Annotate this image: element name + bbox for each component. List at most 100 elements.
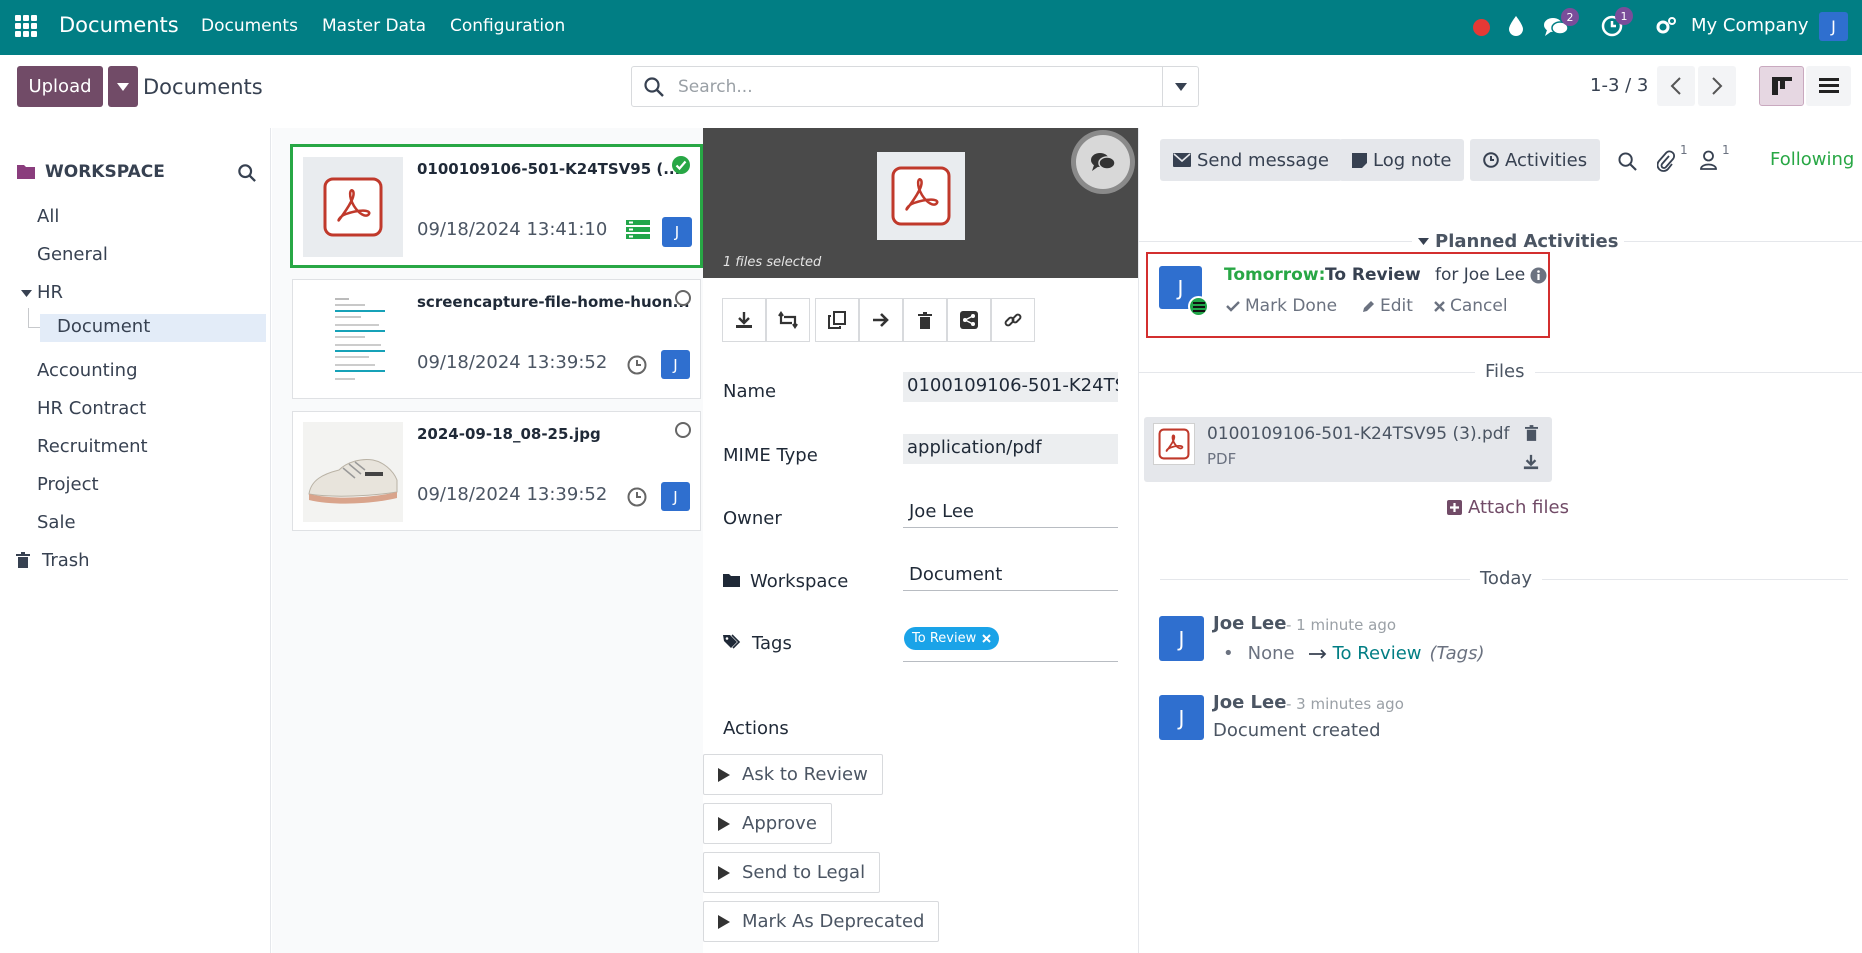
menu-documents[interactable]: Documents — [201, 16, 298, 36]
company-switcher[interactable]: My Company — [1691, 15, 1809, 36]
planned-activities-toggle[interactable]: Planned Activities — [1412, 231, 1625, 252]
sidebar-item-trash[interactable]: Trash — [42, 550, 90, 571]
sidebar-item-recruitment[interactable]: Recruitment — [37, 436, 148, 457]
document-card[interactable]: screencapture-file-home-huon... 09/18/20… — [292, 279, 701, 399]
duplicate-button[interactable] — [815, 298, 859, 342]
upload-button[interactable]: Upload — [17, 66, 103, 107]
chevron-left-icon — [1670, 77, 1681, 95]
download-button[interactable] — [722, 298, 766, 342]
owner-avatar[interactable]: J — [661, 482, 690, 511]
sidebar-item-project[interactable]: Project — [37, 474, 99, 495]
message-author-avatar[interactable]: J — [1159, 695, 1204, 740]
log-note-button[interactable]: Log note — [1339, 139, 1465, 181]
sidebar-item-document[interactable]: Document — [40, 314, 266, 342]
cancel-activity-button[interactable]: Cancel — [1434, 296, 1508, 316]
select-radio[interactable] — [675, 422, 691, 438]
kanban-view-button[interactable] — [1759, 66, 1804, 106]
message-author[interactable]: Joe Lee — [1213, 692, 1286, 713]
action-mark-as-deprecated[interactable]: Mark As Deprecated — [703, 901, 940, 942]
user-icon[interactable] — [1700, 150, 1717, 170]
apps-menu-icon[interactable] — [15, 15, 37, 37]
owner-avatar[interactable]: J — [661, 350, 690, 379]
attachment-type: PDF — [1207, 450, 1237, 468]
select-radio[interactable] — [675, 290, 691, 306]
chatter-toggle-button[interactable] — [1071, 130, 1135, 194]
send-message-button[interactable]: Send message — [1160, 139, 1342, 181]
search-input[interactable]: Search... — [678, 77, 1162, 97]
pager-value[interactable]: 1-3 / 3 — [1590, 75, 1648, 96]
download-icon[interactable] — [1523, 454, 1539, 470]
document-title: 2024-09-18_08-25.jpg — [417, 425, 601, 443]
name-field[interactable]: 0100109106-501-K24TSV95 (3).pdf — [903, 372, 1118, 402]
user-avatar[interactable]: J — [1819, 12, 1848, 41]
search-bar[interactable]: Search... — [631, 66, 1199, 107]
attachments-count: 1 — [1680, 143, 1688, 157]
app-brand[interactable]: Documents — [59, 13, 179, 37]
play-icon — [718, 816, 730, 831]
activities-button[interactable]: Activities — [1470, 139, 1601, 181]
owner-field[interactable]: Joe Lee — [903, 498, 1118, 528]
search-icon[interactable] — [1618, 152, 1637, 171]
trash-icon[interactable] — [1525, 425, 1538, 441]
sidebar-item-hr-contract[interactable]: HR Contract — [37, 398, 146, 419]
droplet-icon[interactable] — [1508, 15, 1524, 37]
sidebar-item-accounting[interactable]: Accounting — [37, 360, 138, 381]
list-icon — [1818, 78, 1839, 93]
pager-next-button[interactable] — [1698, 66, 1736, 106]
settings-gear-icon[interactable] — [1655, 16, 1677, 36]
tags-field[interactable]: To Review — [903, 625, 1118, 662]
replace-button[interactable] — [766, 298, 810, 342]
paperclip-icon[interactable] — [1657, 150, 1675, 172]
pager-previous-button[interactable] — [1657, 66, 1695, 106]
action-send-to-legal[interactable]: Send to Legal — [703, 852, 881, 893]
owner-avatar[interactable]: J — [662, 217, 692, 247]
share-button[interactable] — [947, 298, 991, 342]
sidebar-item-all[interactable]: All — [37, 206, 59, 227]
edit-activity-button[interactable]: Edit — [1362, 296, 1413, 316]
folder-icon — [17, 165, 35, 179]
document-card[interactable]: 2024-09-18_08-25.jpg 09/18/2024 13:39:52… — [292, 411, 701, 531]
pdf-preview-thumbnail[interactable] — [877, 152, 965, 240]
action-approve[interactable]: Approve — [703, 803, 832, 844]
following-button[interactable]: Following — [1770, 149, 1854, 170]
pencil-icon — [1363, 300, 1374, 312]
comments-icon — [1091, 153, 1116, 171]
messages-badge: 2 — [1561, 8, 1579, 26]
message-time: - 1 minute ago — [1286, 616, 1397, 634]
move-button[interactable] — [859, 298, 903, 342]
upload-dropdown-button[interactable] — [108, 66, 138, 107]
menu-master-data[interactable]: Master Data — [322, 16, 426, 36]
sidebar-item-general[interactable]: General — [37, 244, 108, 265]
document-card[interactable]: 0100109106-501-K24TSV95 (... 09/18/2024 … — [290, 144, 703, 268]
mark-done-button[interactable]: Mark Done — [1226, 296, 1337, 316]
activities-clock-icon[interactable]: 1 — [1601, 7, 1633, 37]
attachment-card[interactable]: 0100109106-501-K24TSV95 (3).pdf PDF — [1144, 417, 1552, 482]
info-icon[interactable] — [1530, 267, 1547, 284]
caret-down-icon — [21, 290, 32, 297]
workspace-field[interactable]: Document — [903, 561, 1118, 591]
messages-icon[interactable]: 2 — [1543, 8, 1579, 38]
sidebar-item-sale[interactable]: Sale — [37, 512, 76, 533]
message-author-avatar[interactable]: J — [1159, 616, 1204, 661]
sidebar-item-hr[interactable]: HR — [37, 282, 63, 303]
arrow-right-icon — [873, 313, 889, 327]
attach-files-button[interactable]: Attach files — [1447, 497, 1569, 518]
action-ask-to-review[interactable]: Ask to Review — [703, 754, 883, 795]
delete-button[interactable] — [903, 298, 947, 342]
copy-link-button[interactable] — [991, 298, 1035, 342]
search-options-toggle[interactable] — [1162, 67, 1198, 106]
activity-list-icon[interactable] — [626, 220, 650, 240]
close-icon[interactable] — [982, 634, 991, 643]
record-dot-icon[interactable] — [1473, 19, 1490, 36]
menu-configuration[interactable]: Configuration — [450, 16, 565, 36]
list-view-button[interactable] — [1806, 66, 1851, 106]
check-circle-icon[interactable] — [672, 156, 690, 174]
breadcrumb: Documents — [143, 75, 263, 99]
search-icon[interactable] — [238, 164, 256, 182]
note-icon — [1352, 152, 1367, 168]
play-icon — [718, 914, 730, 929]
clock-icon[interactable] — [627, 355, 647, 375]
clock-icon[interactable] — [627, 487, 647, 507]
message-author[interactable]: Joe Lee — [1213, 613, 1286, 634]
sneaker-image-icon — [303, 422, 403, 522]
